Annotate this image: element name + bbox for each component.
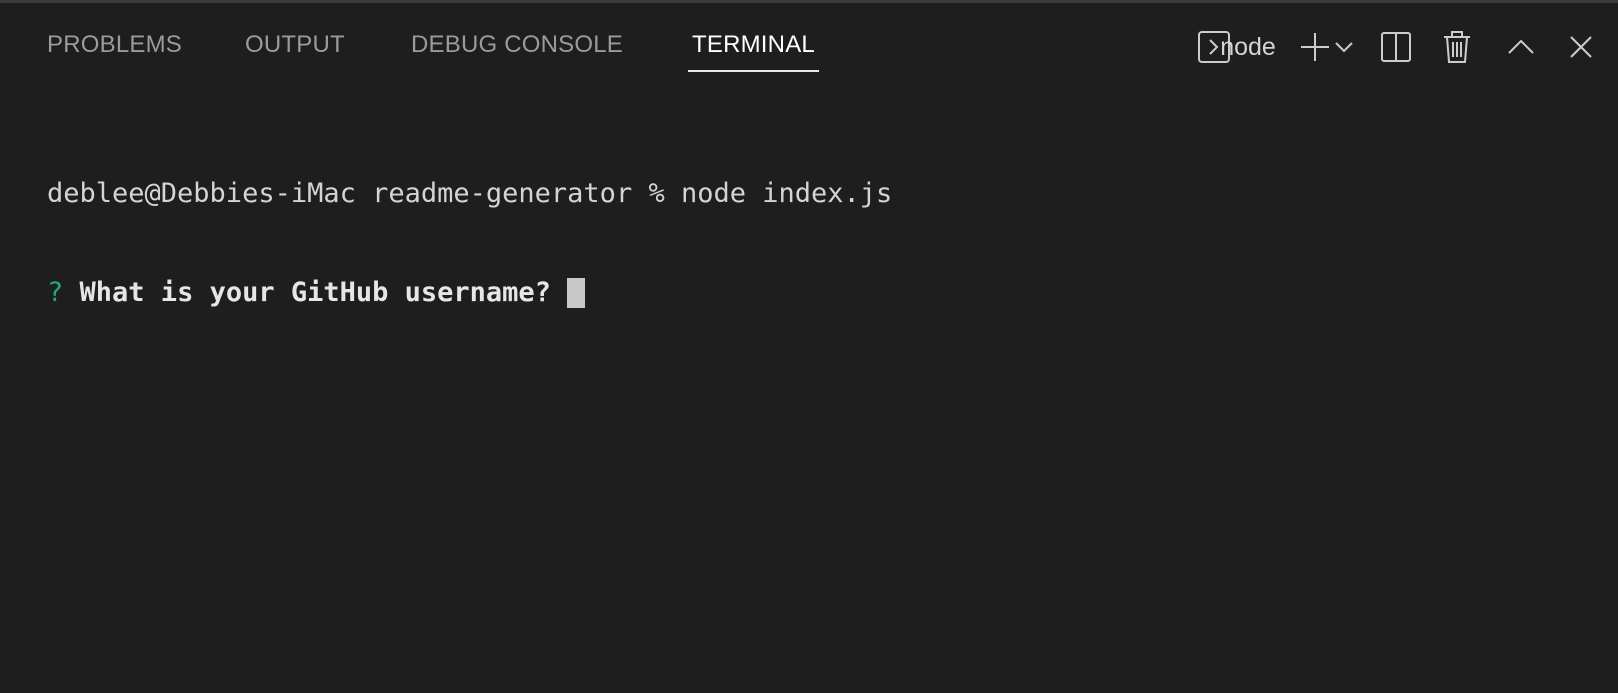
terminal-line: deblee@Debbies-iMac readme-generator % n… (47, 177, 892, 210)
terminal-output[interactable]: deblee@Debbies-iMac readme-generator % n… (47, 111, 892, 375)
close-icon[interactable] (1566, 29, 1596, 65)
terminal-name: node (1220, 32, 1276, 61)
tab-terminal[interactable]: TERMINAL (688, 31, 819, 73)
chevron-down-icon[interactable] (1334, 29, 1354, 65)
tab-debug-console[interactable]: DEBUG CONSOLE (411, 31, 623, 73)
question-text: What is your GitHub username? (79, 277, 551, 308)
plus-icon[interactable] (1298, 29, 1332, 65)
terminal-line: ? What is your GitHub username? (47, 276, 892, 309)
terminal-select[interactable]: node (1213, 29, 1283, 65)
split-icon[interactable] (1380, 29, 1412, 65)
tab-problems[interactable]: PROBLEMS (47, 31, 182, 73)
question-mark: ? (47, 277, 64, 308)
terminal-panel: PROBLEMS OUTPUT DEBUG CONSOLE TERMINAL n… (0, 0, 1618, 693)
trash-icon[interactable] (1442, 29, 1472, 65)
chevron-up-icon[interactable] (1506, 29, 1536, 65)
command-line: deblee@Debbies-iMac readme-generator % n… (47, 178, 893, 209)
terminal-cursor (567, 277, 586, 308)
tab-output[interactable]: OUTPUT (245, 31, 345, 73)
